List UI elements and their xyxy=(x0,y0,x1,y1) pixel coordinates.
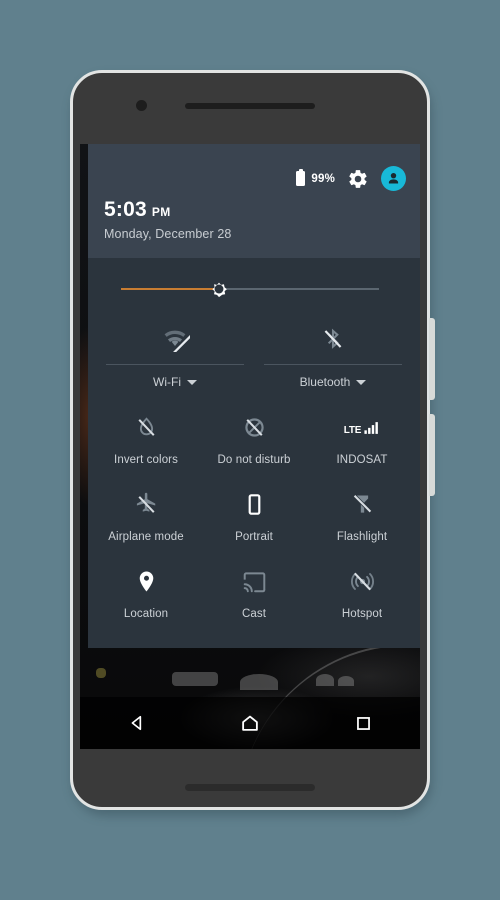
bottom-speaker xyxy=(185,784,315,791)
wallpaper-shape xyxy=(338,676,354,686)
battery-percent-label: 99% xyxy=(311,172,335,185)
wallpaper-shape xyxy=(240,674,278,690)
tile-invert-colors-label: Invert colors xyxy=(114,454,178,466)
hotspot-off-icon xyxy=(350,565,375,597)
airplane-off-icon xyxy=(134,488,159,520)
bluetooth-off-icon xyxy=(320,320,346,358)
chevron-down-icon[interactable] xyxy=(186,379,197,385)
volume-button[interactable] xyxy=(429,414,435,496)
clock-meridiem: PM xyxy=(151,205,171,219)
brightness-slider[interactable] xyxy=(88,258,420,320)
location-pin-icon xyxy=(134,565,159,597)
tile-wifi-label: Wi-Fi xyxy=(153,375,181,389)
back-triangle-icon[interactable] xyxy=(115,706,159,740)
tile-bluetooth-label-row[interactable]: Bluetooth xyxy=(300,375,367,389)
tile-location-label: Location xyxy=(123,608,169,620)
network-type-label: LTE xyxy=(343,424,362,436)
tile-portrait[interactable]: Portrait xyxy=(200,476,308,553)
tile-hotspot-label: Hotspot xyxy=(341,608,383,620)
clock-block: 5:03 PM Monday, December 28 xyxy=(104,198,231,241)
status-bar: 99% xyxy=(296,166,406,191)
navigation-bar xyxy=(80,697,420,749)
tile-invert-colors[interactable]: Invert colors xyxy=(92,399,200,476)
dual-tile-row: Wi-Fi Bluetooth xyxy=(88,320,420,389)
front-camera-icon xyxy=(136,100,147,111)
tile-flashlight[interactable]: Flashlight xyxy=(308,476,416,553)
quick-settings-tile-grid: Invert colors Do not disturb LTE INDOSAT… xyxy=(88,389,420,630)
user-avatar-icon[interactable] xyxy=(381,166,406,191)
cellular-lte-signal-icon: LTE xyxy=(344,411,381,443)
clock-time: 5:03 xyxy=(104,198,147,221)
brightness-fill xyxy=(121,288,220,290)
wifi-off-icon xyxy=(160,320,190,358)
tile-bluetooth-label: Bluetooth xyxy=(299,375,351,389)
chevron-down-icon[interactable] xyxy=(356,379,367,385)
tile-portrait-label: Portrait xyxy=(235,531,273,543)
tile-airplane-mode-label: Airplane mode xyxy=(108,531,184,543)
gear-icon[interactable] xyxy=(347,168,369,190)
power-button[interactable] xyxy=(429,318,435,400)
tile-hotspot[interactable]: Hotspot xyxy=(308,553,416,630)
cast-icon xyxy=(242,565,267,597)
screen-rotation-portrait-icon xyxy=(242,488,267,520)
clock-date: Monday, December 28 xyxy=(104,227,232,241)
invert-colors-off-icon xyxy=(134,411,159,443)
tile-cast[interactable]: Cast xyxy=(200,553,308,630)
battery-full-icon xyxy=(296,168,306,186)
tile-location[interactable]: Location xyxy=(92,553,200,630)
tile-bluetooth[interactable]: Bluetooth xyxy=(254,320,412,389)
tile-do-not-disturb[interactable]: Do not disturb xyxy=(200,399,308,476)
quick-settings-body: Wi-Fi Bluetooth Invert colors Do not dis… xyxy=(88,258,420,648)
brightness-sun-icon[interactable] xyxy=(206,276,232,302)
home-icon[interactable] xyxy=(228,706,272,740)
do-not-disturb-off-icon xyxy=(242,411,267,443)
phone-screen: 99% 5:03 PM Monday, December 28 Wi-Fi Bl… xyxy=(80,144,420,749)
wallpaper-shape xyxy=(172,672,218,686)
wallpaper-shape xyxy=(316,674,334,686)
tile-airplane-mode[interactable]: Airplane mode xyxy=(92,476,200,553)
tile-do-not-disturb-label: Do not disturb xyxy=(217,454,291,466)
tile-flashlight-label: Flashlight xyxy=(336,531,388,543)
screenshot-stage: 99% 5:03 PM Monday, December 28 Wi-Fi Bl… xyxy=(0,0,500,900)
tile-cellular-label: INDOSAT xyxy=(336,454,388,466)
recents-square-icon[interactable] xyxy=(341,706,385,740)
quick-settings-header: 99% 5:03 PM Monday, December 28 xyxy=(88,144,420,258)
tile-divider xyxy=(264,364,402,365)
battery-status: 99% xyxy=(296,168,335,186)
quick-settings-panel: 99% 5:03 PM Monday, December 28 Wi-Fi Bl… xyxy=(88,144,420,648)
tile-wifi-label-row[interactable]: Wi-Fi xyxy=(153,375,197,389)
tile-divider xyxy=(106,364,244,365)
tile-cellular[interactable]: LTE INDOSAT xyxy=(308,399,416,476)
earpiece-speaker xyxy=(185,103,315,109)
tile-cast-label: Cast xyxy=(241,608,267,620)
tile-wifi[interactable]: Wi-Fi xyxy=(96,320,254,389)
wallpaper-shape xyxy=(96,668,106,678)
flashlight-off-icon xyxy=(350,488,375,520)
